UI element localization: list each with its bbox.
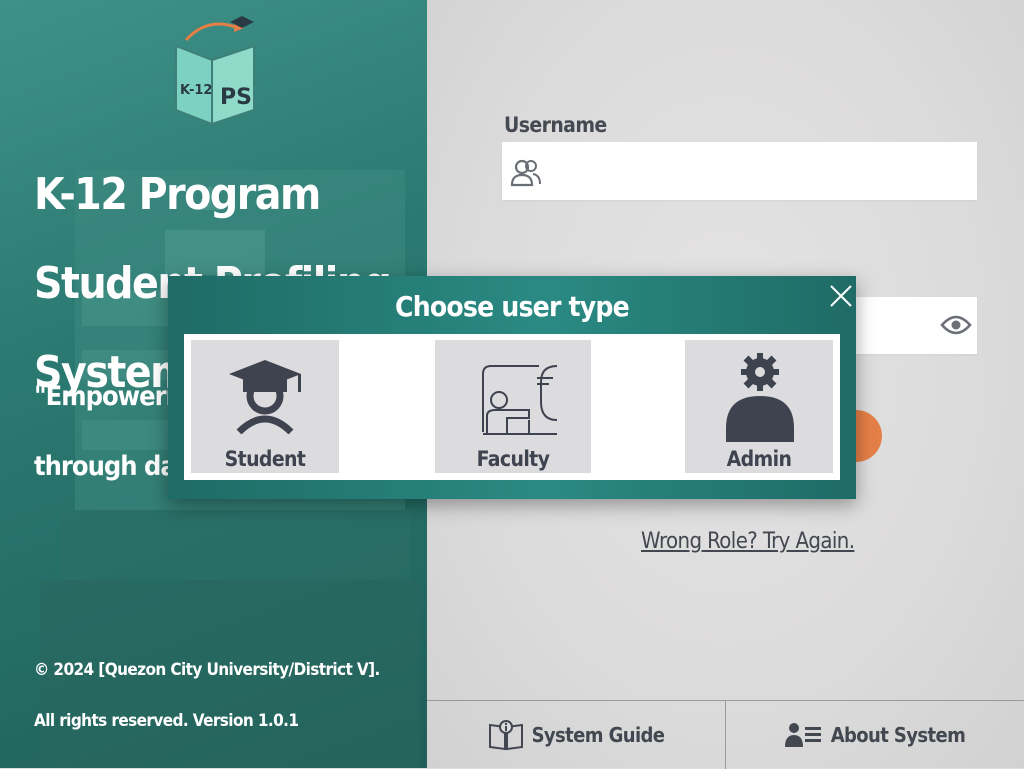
student-label: Student xyxy=(224,447,306,471)
copyright-text: © 2024 [Quezon City University/District … xyxy=(34,660,380,680)
username-label: Username xyxy=(504,113,607,137)
users-icon xyxy=(510,159,541,187)
system-guide-label: System Guide xyxy=(531,723,665,747)
close-icon[interactable] xyxy=(828,283,854,309)
admin-icon xyxy=(726,353,794,442)
about-system-button[interactable]: About System xyxy=(725,701,1024,769)
admin-role-button[interactable]: Admin xyxy=(685,340,833,473)
k12ps-logo: K-12 PS xyxy=(175,16,255,126)
svg-text:PS: PS xyxy=(220,85,252,110)
student-icon xyxy=(229,360,301,434)
username-field[interactable] xyxy=(502,142,977,200)
book-info-icon xyxy=(488,720,523,751)
modal-title: Choose user type xyxy=(395,290,630,323)
student-role-button[interactable]: Student xyxy=(191,340,339,473)
faculty-role-button[interactable]: Faculty xyxy=(435,340,591,473)
eye-icon[interactable] xyxy=(940,313,972,337)
admin-label: Admin xyxy=(726,447,792,471)
system-guide-button[interactable]: System Guide xyxy=(427,701,725,769)
footer-bar: System Guide About System xyxy=(427,700,1024,769)
role-options-panel: Student Faculty Admin xyxy=(184,334,840,480)
rights-text: All rights reserved. Version 1.0.1 xyxy=(34,711,299,731)
wrong-role-link[interactable]: Wrong Role? Try Again. xyxy=(641,529,855,554)
about-system-label: About System xyxy=(830,723,966,747)
user-type-modal: Choose user type Student Faculty Admin xyxy=(168,276,856,499)
svg-text:K-12: K-12 xyxy=(180,83,212,98)
faculty-label: Faculty xyxy=(476,447,550,471)
person-list-icon xyxy=(784,723,821,747)
faculty-icon xyxy=(482,365,558,435)
